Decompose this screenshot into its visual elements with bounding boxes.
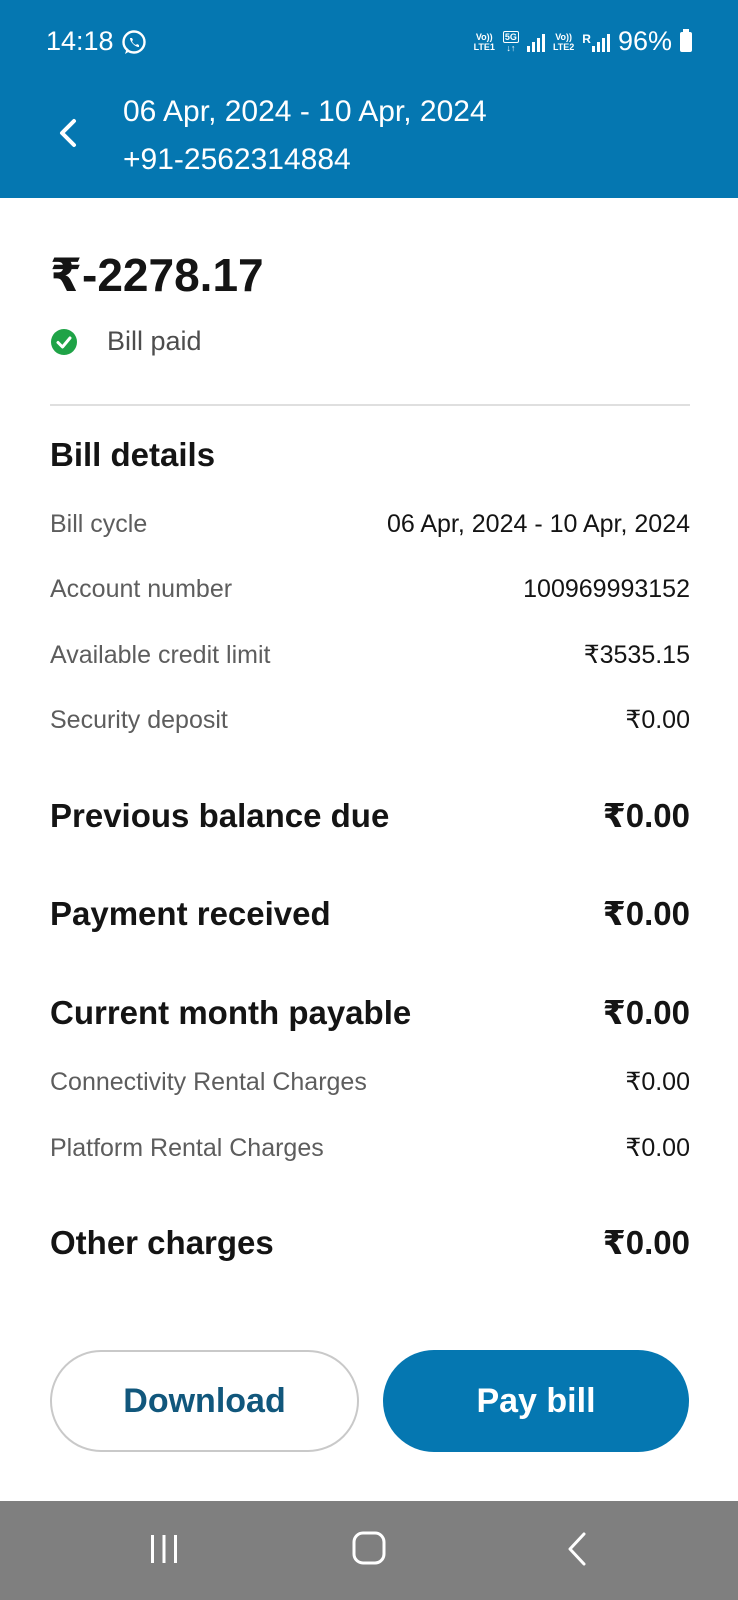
sim2-lte-label: LTE2 bbox=[552, 41, 575, 52]
other-charges-label: Other charges bbox=[50, 1223, 274, 1261]
network-5g-badge: 5G ↓↑ bbox=[502, 30, 519, 53]
payment-received-row: Payment received ₹0.00 bbox=[50, 894, 690, 933]
detail-value: 100969993152 bbox=[523, 575, 690, 603]
sim1-lte-label: LTE1 bbox=[473, 41, 495, 52]
detail-value: ₹0.00 bbox=[625, 706, 690, 734]
detail-label: Available credit limit bbox=[50, 640, 271, 669]
roaming-indicator: R bbox=[582, 31, 591, 46]
back-icon[interactable] bbox=[564, 1531, 590, 1567]
connectivity-charges-label: Connectivity Rental Charges bbox=[50, 1067, 367, 1096]
recent-apps-icon[interactable] bbox=[148, 1533, 180, 1565]
detail-row-bill-cycle: Bill cycle 06 Apr, 2024 - 10 Apr, 2024 bbox=[50, 510, 690, 539]
detail-value: 06 Apr, 2024 - 10 Apr, 2024 bbox=[386, 510, 690, 538]
other-charges-value: ₹0.00 bbox=[602, 1224, 690, 1261]
system-nav-bar bbox=[0, 1501, 738, 1600]
detail-row-credit-limit: Available credit limit ₹3535.15 bbox=[50, 640, 690, 670]
signal-sim2-icon bbox=[591, 32, 610, 52]
signal-sim1-icon bbox=[526, 32, 545, 52]
platform-charges-row: Platform Rental Charges ₹0.00 bbox=[50, 1133, 690, 1163]
home-icon[interactable] bbox=[352, 1531, 386, 1565]
connectivity-charges-value: ₹0.00 bbox=[625, 1068, 690, 1096]
previous-balance-label: Previous balance due bbox=[50, 796, 390, 834]
check-circle-icon bbox=[51, 328, 77, 355]
payment-received-value: ₹0.00 bbox=[602, 895, 690, 932]
current-month-value: ₹0.00 bbox=[602, 994, 690, 1031]
sim2-badge: Vo)) LTE2 bbox=[553, 32, 574, 52]
sim2-volte-label: Vo)) bbox=[555, 31, 573, 42]
detail-value: ₹3535.15 bbox=[583, 641, 690, 669]
connectivity-charges-row: Connectivity Rental Charges ₹0.00 bbox=[50, 1067, 690, 1097]
network-5g-label: 5G bbox=[502, 30, 519, 43]
header-phone-number: +91-2562314884 bbox=[123, 143, 351, 176]
pay-bill-button[interactable]: Pay bill bbox=[383, 1350, 689, 1452]
detail-row-account-number: Account number 100969993152 bbox=[50, 575, 690, 604]
bill-amount: ₹-2278.17 bbox=[50, 249, 264, 301]
detail-row-security-deposit: Security deposit ₹0.00 bbox=[50, 705, 690, 735]
payment-received-label: Payment received bbox=[50, 894, 331, 932]
divider bbox=[50, 404, 690, 406]
back-arrow-icon[interactable] bbox=[52, 113, 82, 153]
detail-label: Security deposit bbox=[50, 705, 228, 734]
sim1-badge: Vo)) LTE1 bbox=[474, 32, 495, 52]
status-time: 14:18 bbox=[46, 26, 114, 56]
status-indicators: Vo)) LTE1 5G ↓↑ Vo)) LTE2 R 96% bbox=[474, 26, 692, 57]
platform-charges-value: ₹0.00 bbox=[625, 1134, 690, 1162]
detail-label: Bill cycle bbox=[50, 510, 148, 538]
whatsapp-icon bbox=[122, 30, 146, 54]
previous-balance-value: ₹0.00 bbox=[602, 797, 690, 834]
detail-label: Account number bbox=[50, 575, 233, 603]
battery-icon bbox=[680, 28, 692, 52]
other-charges-row: Other charges ₹0.00 bbox=[50, 1223, 690, 1262]
download-button[interactable]: Download bbox=[50, 1350, 359, 1452]
signal-sim2-group: R bbox=[582, 32, 610, 52]
app-header: 14:18 Vo)) LTE1 5G ↓↑ Vo)) LTE2 R 96% 06… bbox=[0, 0, 738, 198]
bill-status: Bill paid bbox=[50, 326, 202, 357]
sim1-volte-label: Vo)) bbox=[475, 31, 493, 42]
status-bar: 14:18 Vo)) LTE1 5G ↓↑ Vo)) LTE2 R 96% bbox=[0, 0, 738, 86]
platform-charges-label: Platform Rental Charges bbox=[50, 1133, 324, 1162]
bill-details-title: Bill details bbox=[50, 436, 216, 473]
current-month-label: Current month payable bbox=[50, 993, 412, 1031]
data-arrows-icon: ↓↑ bbox=[506, 42, 516, 53]
bill-status-text: Bill paid bbox=[107, 326, 202, 356]
header-bill-period: 06 Apr, 2024 - 10 Apr, 2024 bbox=[123, 95, 487, 128]
current-month-row: Current month payable ₹0.00 bbox=[50, 993, 690, 1032]
battery-percentage: 96% bbox=[617, 26, 672, 56]
previous-balance-row: Previous balance due ₹0.00 bbox=[50, 796, 690, 835]
